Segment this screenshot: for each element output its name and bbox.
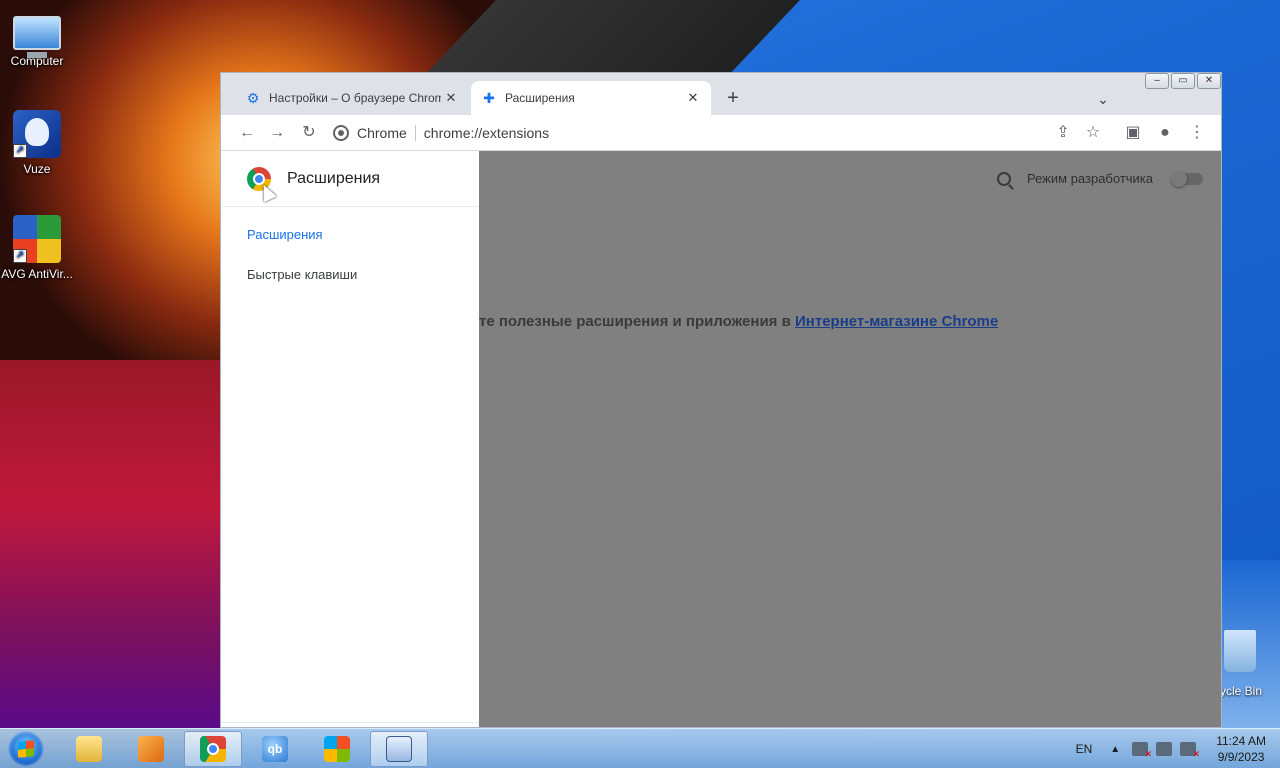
back-button[interactable]: ← [235,121,259,145]
tab-settings[interactable]: ⚙ Настройки – О браузере Chrome ✕ [235,81,469,115]
web-store-link[interactable]: Интернет-магазине Chrome [795,313,998,330]
shortcut-arrow-icon: ↗ [13,249,27,263]
desktop-icon-avg[interactable]: ↗ AVG AntiVir... [0,215,74,281]
extensions-page: Режим разработчика те полезные расширени… [221,151,1221,727]
close-tab-button[interactable]: ✕ [441,88,461,108]
drawer-item-shortcuts[interactable]: Быстрые клавиши [221,255,479,295]
taskbar-windows[interactable] [308,731,366,767]
drawer-header: Расширения [221,151,479,207]
computer-icon [13,16,61,58]
chrome-icon [200,736,226,762]
title-bar: ⚙ Настройки – О браузере Chrome ✕ ✚ Расш… [221,73,1221,115]
taskbar-chrome[interactable] [184,731,242,767]
search-icon[interactable] [997,171,1011,186]
gear-icon: ⚙ [246,89,260,106]
desktop-icon-recycle-bin[interactable]: ycle Bin [1220,630,1280,698]
chrome-site-icon [333,125,349,141]
network-icon[interactable] [1156,742,1173,756]
bookmark-star-icon[interactable]: ☆ [1081,121,1105,145]
close-window-button[interactable]: ✕ [1197,73,1221,89]
drawer-item-extensions[interactable]: Расширения [221,215,479,255]
taskbar-keyboard-app[interactable] [370,731,428,767]
address-chip: Chrome [357,125,416,141]
browser-toolbar: ← → ↻ Chrome chrome://extensions ⇪ ☆ ▣ ●… [221,115,1221,151]
desktop-icon-vuze[interactable]: ↗ Vuze [0,110,74,176]
new-tab-button[interactable]: + [721,87,745,111]
folder-icon [76,736,102,762]
avg-antivirus-icon: ↗ [13,215,61,263]
recycle-bin-icon [1224,630,1256,672]
desktop-icon-computer[interactable]: Computer [0,10,74,68]
system-tray: EN ▲ 11:24 AM 9/9/2023 [1076,729,1280,768]
tab-extensions[interactable]: ✚ Расширения ✕ [471,81,711,115]
side-drawer: Расширения Расширения Быстрые клавиши [221,151,479,727]
close-tab-button[interactable]: ✕ [683,88,703,108]
drawer-title: Расширения [287,169,381,187]
clock[interactable]: 11:24 AM 9/9/2023 [1216,733,1266,765]
shortcut-arrow-icon: ↗ [13,144,27,158]
show-hidden-icons-arrow[interactable]: ▲ [1110,744,1120,755]
profile-avatar-icon[interactable]: ● [1153,121,1177,145]
maximize-button[interactable]: ▭ [1171,73,1195,89]
clock-time: 11:24 AM [1216,734,1266,748]
taskbar-explorer[interactable] [60,731,118,767]
desktop-icon-label: Vuze [23,162,51,176]
minimize-button[interactable]: – [1145,73,1169,89]
empty-state-text: те полезные расширения и приложения в [479,313,795,330]
empty-state-message: те полезные расширения и приложения в Ин… [479,313,998,330]
taskbar-qbittorrent[interactable]: qb [246,731,304,767]
menu-kebab-icon[interactable]: ⋮ [1185,121,1209,145]
developer-mode-toggle[interactable] [1171,171,1203,187]
windows-logo-icon [324,736,350,762]
taskbar-media-player[interactable] [122,731,180,767]
start-button[interactable] [8,731,44,767]
wallpaper-red-region [0,360,220,728]
developer-mode-control: Режим разработчика [997,171,1153,186]
clock-date: 9/9/2023 [1217,750,1265,764]
desktop-icon-label: AVG AntiVir... [1,267,73,281]
tab-title: Настройки – О браузере Chrome [269,91,441,105]
window-controls: – ▭ ✕ [1145,73,1221,89]
chrome-window: ⚙ Настройки – О браузере Chrome ✕ ✚ Расш… [220,72,1222,728]
media-player-icon [138,736,164,762]
taskbar: qb EN ▲ 11:24 AM 9/9/2023 [0,728,1280,768]
vuze-frog-icon: ↗ [13,110,61,158]
qbittorrent-icon: qb [262,736,288,762]
tab-title: Расширения [505,91,575,105]
action-center-flag-icon[interactable] [1132,742,1152,760]
volume-muted-icon[interactable] [1180,742,1200,760]
drawer-divider [221,722,479,723]
address-bar[interactable]: Chrome chrome://extensions [331,119,1091,147]
keyboard-icon [386,736,412,762]
developer-mode-label: Режим разработчика [1027,171,1154,186]
share-icon[interactable]: ⇪ [1051,121,1075,145]
side-panel-icon[interactable]: ▣ [1121,121,1145,145]
forward-button[interactable]: → [265,121,289,145]
tab-search-button[interactable]: ⌄ [1091,87,1115,111]
desktop-icon-label: ycle Bin [1220,684,1263,698]
language-indicator[interactable]: EN [1076,742,1093,756]
puzzle-icon: ✚ [483,89,495,106]
reload-button[interactable]: ↻ [297,121,321,145]
address-url: chrome://extensions [423,125,550,141]
